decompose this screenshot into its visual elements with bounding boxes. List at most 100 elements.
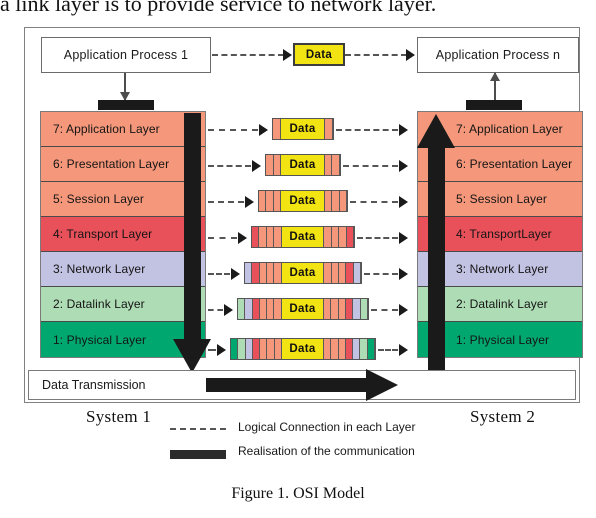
packet-trailer-band bbox=[324, 299, 332, 319]
packet-trailer-band bbox=[324, 263, 332, 283]
packet-trailer-band bbox=[360, 299, 368, 319]
packet-trailer-band bbox=[339, 263, 347, 283]
packet-trailer-band bbox=[338, 299, 347, 319]
packet-header-band bbox=[274, 299, 282, 319]
connector-pad-left bbox=[98, 100, 154, 110]
packet-trailer-band bbox=[346, 263, 354, 283]
system-label-right: System 2 bbox=[470, 407, 536, 426]
packet-trailer-band bbox=[353, 299, 361, 319]
packet-trailer-band bbox=[325, 119, 334, 139]
packet-header-band bbox=[231, 339, 239, 359]
packet-trailer-band bbox=[346, 227, 354, 247]
packet-header-band bbox=[273, 191, 282, 211]
packet-trailer-band bbox=[353, 339, 361, 359]
packet-header-band bbox=[238, 299, 246, 319]
logical-connection-arrow-left-2 bbox=[224, 304, 233, 316]
top-data-packet: Data bbox=[293, 43, 345, 66]
encapsulation-arrow-down-head bbox=[173, 339, 211, 373]
packet-header-band bbox=[273, 119, 281, 139]
data-transmission-label: Data Transmission bbox=[42, 378, 146, 392]
logical-connection-line-right-6 bbox=[343, 165, 398, 167]
legend-solid-label: Realisation of the communication bbox=[238, 444, 415, 458]
legend-dashed-label: Logical Connection in each Layer bbox=[238, 420, 416, 434]
decapsulation-arrow-up-head bbox=[417, 114, 455, 148]
logical-connection-arrow-right-3 bbox=[399, 268, 408, 280]
logical-connection-arrow-right-2 bbox=[399, 304, 408, 316]
layer-row-5-left[interactable]: 5: Session Layer bbox=[41, 182, 205, 217]
layer-row-4-left[interactable]: 4: Transport Layer bbox=[41, 217, 205, 252]
logical-connection-arrow-right-1 bbox=[399, 344, 408, 356]
logical-connection-line-left-3 bbox=[208, 273, 230, 275]
packet-header-band bbox=[266, 191, 274, 211]
layer-label: 5: Session Layer bbox=[456, 192, 547, 206]
figure-caption: Figure 1. OSI Model bbox=[231, 485, 365, 502]
logical-connection-arrow-left-3 bbox=[231, 268, 240, 280]
data-packet-layer-7: Data bbox=[272, 118, 334, 140]
packet-header-band bbox=[274, 263, 282, 283]
data-packet-layer-2: Data bbox=[237, 298, 369, 320]
application-process-left-box: Application Process 1 bbox=[41, 37, 211, 73]
packet-header-band bbox=[252, 227, 260, 247]
packet-trailer-band bbox=[332, 155, 341, 175]
packet-trailer-band bbox=[338, 339, 346, 359]
packet-header-band bbox=[267, 263, 275, 283]
layer-row-2-left[interactable]: 2: Datalink Layer bbox=[41, 287, 205, 322]
layer-label: 2: Datalink Layer bbox=[456, 297, 548, 311]
stack-to-process-arrow-right bbox=[490, 72, 500, 81]
logical-connection-arrow-right-5 bbox=[399, 196, 408, 208]
packet-trailer-band bbox=[331, 227, 340, 247]
osi-stack-left: 7: Application Layer 6: Presentation Laye… bbox=[40, 111, 206, 358]
packet-header-band bbox=[260, 339, 268, 359]
transmission-arrow-shaft bbox=[206, 378, 366, 392]
packet-header-band bbox=[245, 299, 253, 319]
packet-trailer-band bbox=[367, 339, 375, 359]
packet-trailer-band bbox=[324, 227, 332, 247]
logical-connection-line-left-1 bbox=[208, 349, 216, 351]
layer-label: 3: Network Layer bbox=[456, 262, 549, 276]
layer-label: 1: Physical Layer bbox=[456, 332, 550, 347]
transmission-arrow-head bbox=[366, 369, 398, 401]
packet-payload-label: Data bbox=[281, 227, 325, 247]
packet-header-band bbox=[259, 299, 268, 319]
logical-connection-line-right-1 bbox=[378, 349, 398, 351]
packet-trailer-band bbox=[331, 339, 339, 359]
packet-header-band bbox=[266, 227, 275, 247]
packet-payload-label: Data bbox=[281, 299, 325, 319]
data-packet-layer-3: Data bbox=[244, 262, 362, 284]
packet-trailer-band bbox=[339, 191, 347, 211]
layer-row-6-left[interactable]: 6: Presentation Layer bbox=[41, 147, 205, 182]
logical-connection-line-left-2 bbox=[208, 309, 223, 311]
packet-trailer-band bbox=[324, 191, 333, 211]
packet-header-band bbox=[274, 339, 282, 359]
data-packet-layer-1: Data bbox=[230, 338, 376, 360]
layer-row-3-left[interactable]: 3: Network Layer bbox=[41, 252, 205, 287]
layer-label: 7: Application Layer bbox=[456, 122, 563, 136]
packet-payload-label: Data bbox=[281, 263, 325, 283]
layer-label: 4: TransportLayer bbox=[456, 227, 552, 241]
system-label-left: System 1 bbox=[86, 407, 152, 426]
packet-trailer-band bbox=[346, 299, 354, 319]
packet-payload-label: Data bbox=[281, 155, 325, 175]
data-packet-layer-4: Data bbox=[251, 226, 355, 248]
packet-header-band bbox=[267, 339, 275, 359]
packet-header-band bbox=[273, 155, 282, 175]
data-packet-layer-5: Data bbox=[258, 190, 348, 212]
logical-connection-line-left-4 bbox=[208, 237, 237, 239]
packet-header-band bbox=[267, 299, 275, 319]
layer-row-7-left[interactable]: 7: Application Layer bbox=[41, 112, 205, 147]
packet-header-band bbox=[238, 339, 246, 359]
packet-header-band bbox=[266, 155, 274, 175]
layer-label: 5: Session Layer bbox=[53, 192, 144, 206]
packet-trailer-band bbox=[324, 339, 332, 359]
packet-header-band bbox=[245, 339, 253, 359]
page-body-text: a link layer is to provide service to ne… bbox=[0, 0, 437, 16]
logical-connection-arrow-right-6 bbox=[399, 160, 408, 172]
decapsulation-arrow-up-shaft bbox=[428, 130, 445, 395]
layer-label: 7: Application Layer bbox=[53, 122, 160, 136]
packet-trailer-band bbox=[332, 191, 340, 211]
logical-connection-line-left-7 bbox=[208, 129, 258, 131]
packet-header-band bbox=[252, 263, 260, 283]
legend-dashed-swatch bbox=[170, 428, 226, 430]
packet-header-band bbox=[252, 339, 261, 359]
packet-payload-label: Data bbox=[281, 339, 325, 359]
